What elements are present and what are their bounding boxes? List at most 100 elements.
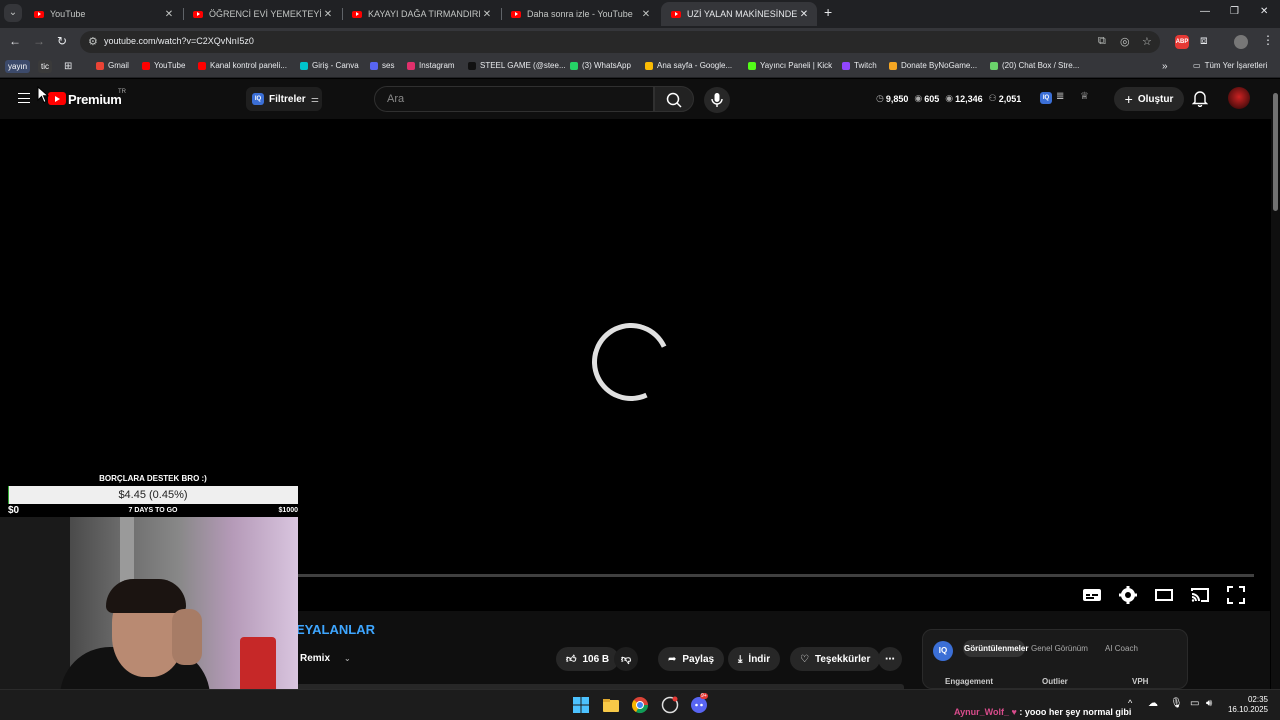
fullscreen-icon[interactable] xyxy=(1226,585,1246,605)
bookmark-chip-tic[interactable]: tic xyxy=(38,60,52,73)
remix-button[interactable]: Remix ⌄ xyxy=(300,653,351,664)
adblock-extension-icon[interactable]: ABP xyxy=(1175,35,1189,49)
apps-grid-icon[interactable]: ⊞ xyxy=(64,61,72,72)
create-button[interactable]: + Oluştur xyxy=(1114,87,1184,111)
chrome-icon[interactable] xyxy=(631,696,649,714)
page-scrollbar[interactable] xyxy=(1271,79,1280,689)
browser-tab[interactable]: KAYAYI DAĞA TIRMANDIRIRKEN ✕ xyxy=(342,2,500,26)
trophy-icon[interactable]: ♕ xyxy=(1080,91,1089,102)
iq-tab-ai-coach[interactable]: AI Coach xyxy=(1105,644,1138,653)
tab-close-icon[interactable]: ✕ xyxy=(639,9,653,20)
browser-tab[interactable]: YouTube ✕ xyxy=(24,2,182,26)
microphone-tray-icon[interactable]: 🎙︎ xyxy=(1170,698,1183,709)
thumbs-down-icon: 👎︎ xyxy=(621,654,632,665)
dislike-button[interactable]: 👎︎ xyxy=(614,647,639,671)
tab-close-icon[interactable]: ✕ xyxy=(480,9,494,20)
guide-menu-icon[interactable] xyxy=(18,93,30,103)
share-button[interactable]: ➦ Paylaş xyxy=(658,647,725,671)
system-clock[interactable]: 02:35 16.10.2025 xyxy=(1222,695,1268,715)
bookmark-favicon-icon xyxy=(407,61,415,70)
restore-window-icon[interactable]: ❐ xyxy=(1230,6,1239,17)
search-input[interactable] xyxy=(387,93,637,105)
stream-chat-message: Aynur_Wolf_ ♥ : yooo her şey normal gibi xyxy=(954,707,1131,717)
bookmark-chip-yayin[interactable]: yayın xyxy=(5,60,31,73)
iq-extension-icon[interactable]: IQ xyxy=(1040,92,1052,104)
windows-start-icon[interactable] xyxy=(572,696,590,714)
youtube-favicon-icon xyxy=(193,10,203,18)
network-icon[interactable]: ▭ xyxy=(1190,698,1199,709)
bookmark-item[interactable]: Yayıncı Paneli | Kick xyxy=(748,61,832,70)
file-explorer-icon[interactable] xyxy=(602,696,620,714)
stats-list-icon[interactable]: ≣ xyxy=(1056,91,1064,102)
extensions-icon[interactable]: ⧈ xyxy=(1200,33,1208,48)
filters-label: Filtreler xyxy=(269,93,306,105)
install-app-icon[interactable]: ⧉ xyxy=(1098,35,1106,48)
bookmark-item[interactable]: ses xyxy=(370,61,394,70)
eye-off-icon[interactable]: ◎ xyxy=(1120,35,1130,48)
chrome-menu-icon[interactable]: ⋮ xyxy=(1262,33,1274,47)
thanks-button[interactable]: ♡ Teşekkürler xyxy=(790,647,881,671)
bookmark-item[interactable]: YouTube xyxy=(142,61,185,70)
url-text[interactable]: youtube.com/watch?v=C2XQvNnI5z0 xyxy=(104,36,254,46)
reload-icon[interactable]: ↻ xyxy=(57,34,67,48)
voice-search-button[interactable] xyxy=(704,87,730,113)
like-button[interactable]: 👍︎ 106 B xyxy=(556,647,620,671)
bookmark-item[interactable]: Donate ByNoGame... xyxy=(889,61,977,70)
stat-value: 2,051 xyxy=(998,93,1022,104)
tab-close-icon[interactable]: ✕ xyxy=(162,9,176,20)
settings-gear-icon[interactable] xyxy=(1118,585,1138,605)
site-info-icon[interactable]: ⚙ xyxy=(88,35,98,48)
video-progress-bar[interactable] xyxy=(298,574,1254,577)
bookmark-star-icon[interactable]: ☆ xyxy=(1142,35,1152,48)
browser-tab[interactable]: Daha sonra izle - YouTube ✕ xyxy=(501,2,659,26)
iq-tab-views[interactable]: Görüntülenmeler xyxy=(963,640,1028,657)
tab-close-icon[interactable]: ✕ xyxy=(797,9,811,20)
bookmark-item[interactable]: Kanal kontrol paneli... xyxy=(198,61,287,70)
bookmark-item[interactable]: STEEL GAME (@stee... xyxy=(468,61,566,70)
profile-avatar[interactable] xyxy=(1234,35,1248,49)
bookmark-item[interactable]: Gmail xyxy=(96,61,129,70)
bookmark-item[interactable]: Twitch xyxy=(842,61,877,70)
bookmark-item[interactable]: Giriş - Canva xyxy=(300,61,359,70)
back-arrow-icon[interactable]: ← xyxy=(9,34,21,48)
bookmark-item[interactable]: Instagram xyxy=(407,61,455,70)
theater-mode-icon[interactable] xyxy=(1154,585,1174,605)
notifications-button[interactable] xyxy=(1191,89,1209,112)
new-tab-button[interactable]: + xyxy=(824,4,832,20)
account-avatar[interactable] xyxy=(1228,87,1250,109)
stat-live-views: ◉ 605 xyxy=(914,93,939,104)
chat-text: : yooo her şey normal gibi xyxy=(1019,707,1132,717)
more-actions-button[interactable]: ⋯ xyxy=(878,647,902,671)
youtube-logo-icon[interactable] xyxy=(48,92,66,105)
goal-title: BORÇLARA DESTEK BRO :) xyxy=(99,474,207,483)
search-button[interactable] xyxy=(654,86,694,112)
tab-close-icon[interactable]: ✕ xyxy=(321,9,335,20)
tray-chevron-up-icon[interactable]: ^ xyxy=(1128,698,1132,708)
bookmark-item[interactable]: (20) Chat Box / Stre... xyxy=(990,61,1079,70)
iq-tab-overview[interactable]: Genel Görünüm xyxy=(1031,644,1088,653)
filters-button[interactable]: IQ Filtreler ⚌ xyxy=(246,87,322,111)
more-bookmarks-icon[interactable]: » xyxy=(1162,61,1168,72)
stat-subscribers: ⚇ 2,051 xyxy=(989,93,1022,104)
all-bookmarks-folder[interactable]: ▭ Tüm Yer İşaretleri xyxy=(1193,61,1267,70)
download-button[interactable]: ⤓ İndir xyxy=(728,647,781,671)
browser-tab-active[interactable]: UZİ YALAN MAKİNESİNDE! | #P ✕ xyxy=(661,2,817,26)
browser-tab[interactable]: ÖĞRENCİ EVİ YEMEKTEYİZ 1. BÖ ✕ xyxy=(183,2,341,26)
youtube-premium-wordmark[interactable]: Premium xyxy=(68,92,122,107)
iq-badge-icon: IQ xyxy=(252,93,264,105)
mouse-cursor-icon xyxy=(37,86,49,104)
scrollbar-thumb[interactable] xyxy=(1273,93,1278,211)
tab-search-button[interactable]: ⌄ xyxy=(4,4,22,22)
subtitles-icon[interactable] xyxy=(1082,585,1102,605)
volume-icon[interactable]: 🔊︎ xyxy=(1206,698,1212,709)
cloud-icon[interactable]: ☁ xyxy=(1148,698,1158,709)
address-bar[interactable]: ⚙ youtube.com/watch?v=C2XQvNnI5z0 ⧉ ◎ ☆ xyxy=(80,31,1160,53)
bookmark-item[interactable]: Ana sayfa - Google... xyxy=(645,61,732,70)
obs-icon[interactable] xyxy=(661,696,679,714)
minimize-window-icon[interactable]: — xyxy=(1200,6,1210,17)
forward-arrow-icon[interactable]: → xyxy=(33,34,45,48)
close-window-icon[interactable]: ✕ xyxy=(1260,6,1268,17)
search-box[interactable] xyxy=(374,86,654,112)
bookmark-item[interactable]: (3) WhatsApp xyxy=(570,61,631,70)
cast-icon[interactable] xyxy=(1190,585,1210,605)
